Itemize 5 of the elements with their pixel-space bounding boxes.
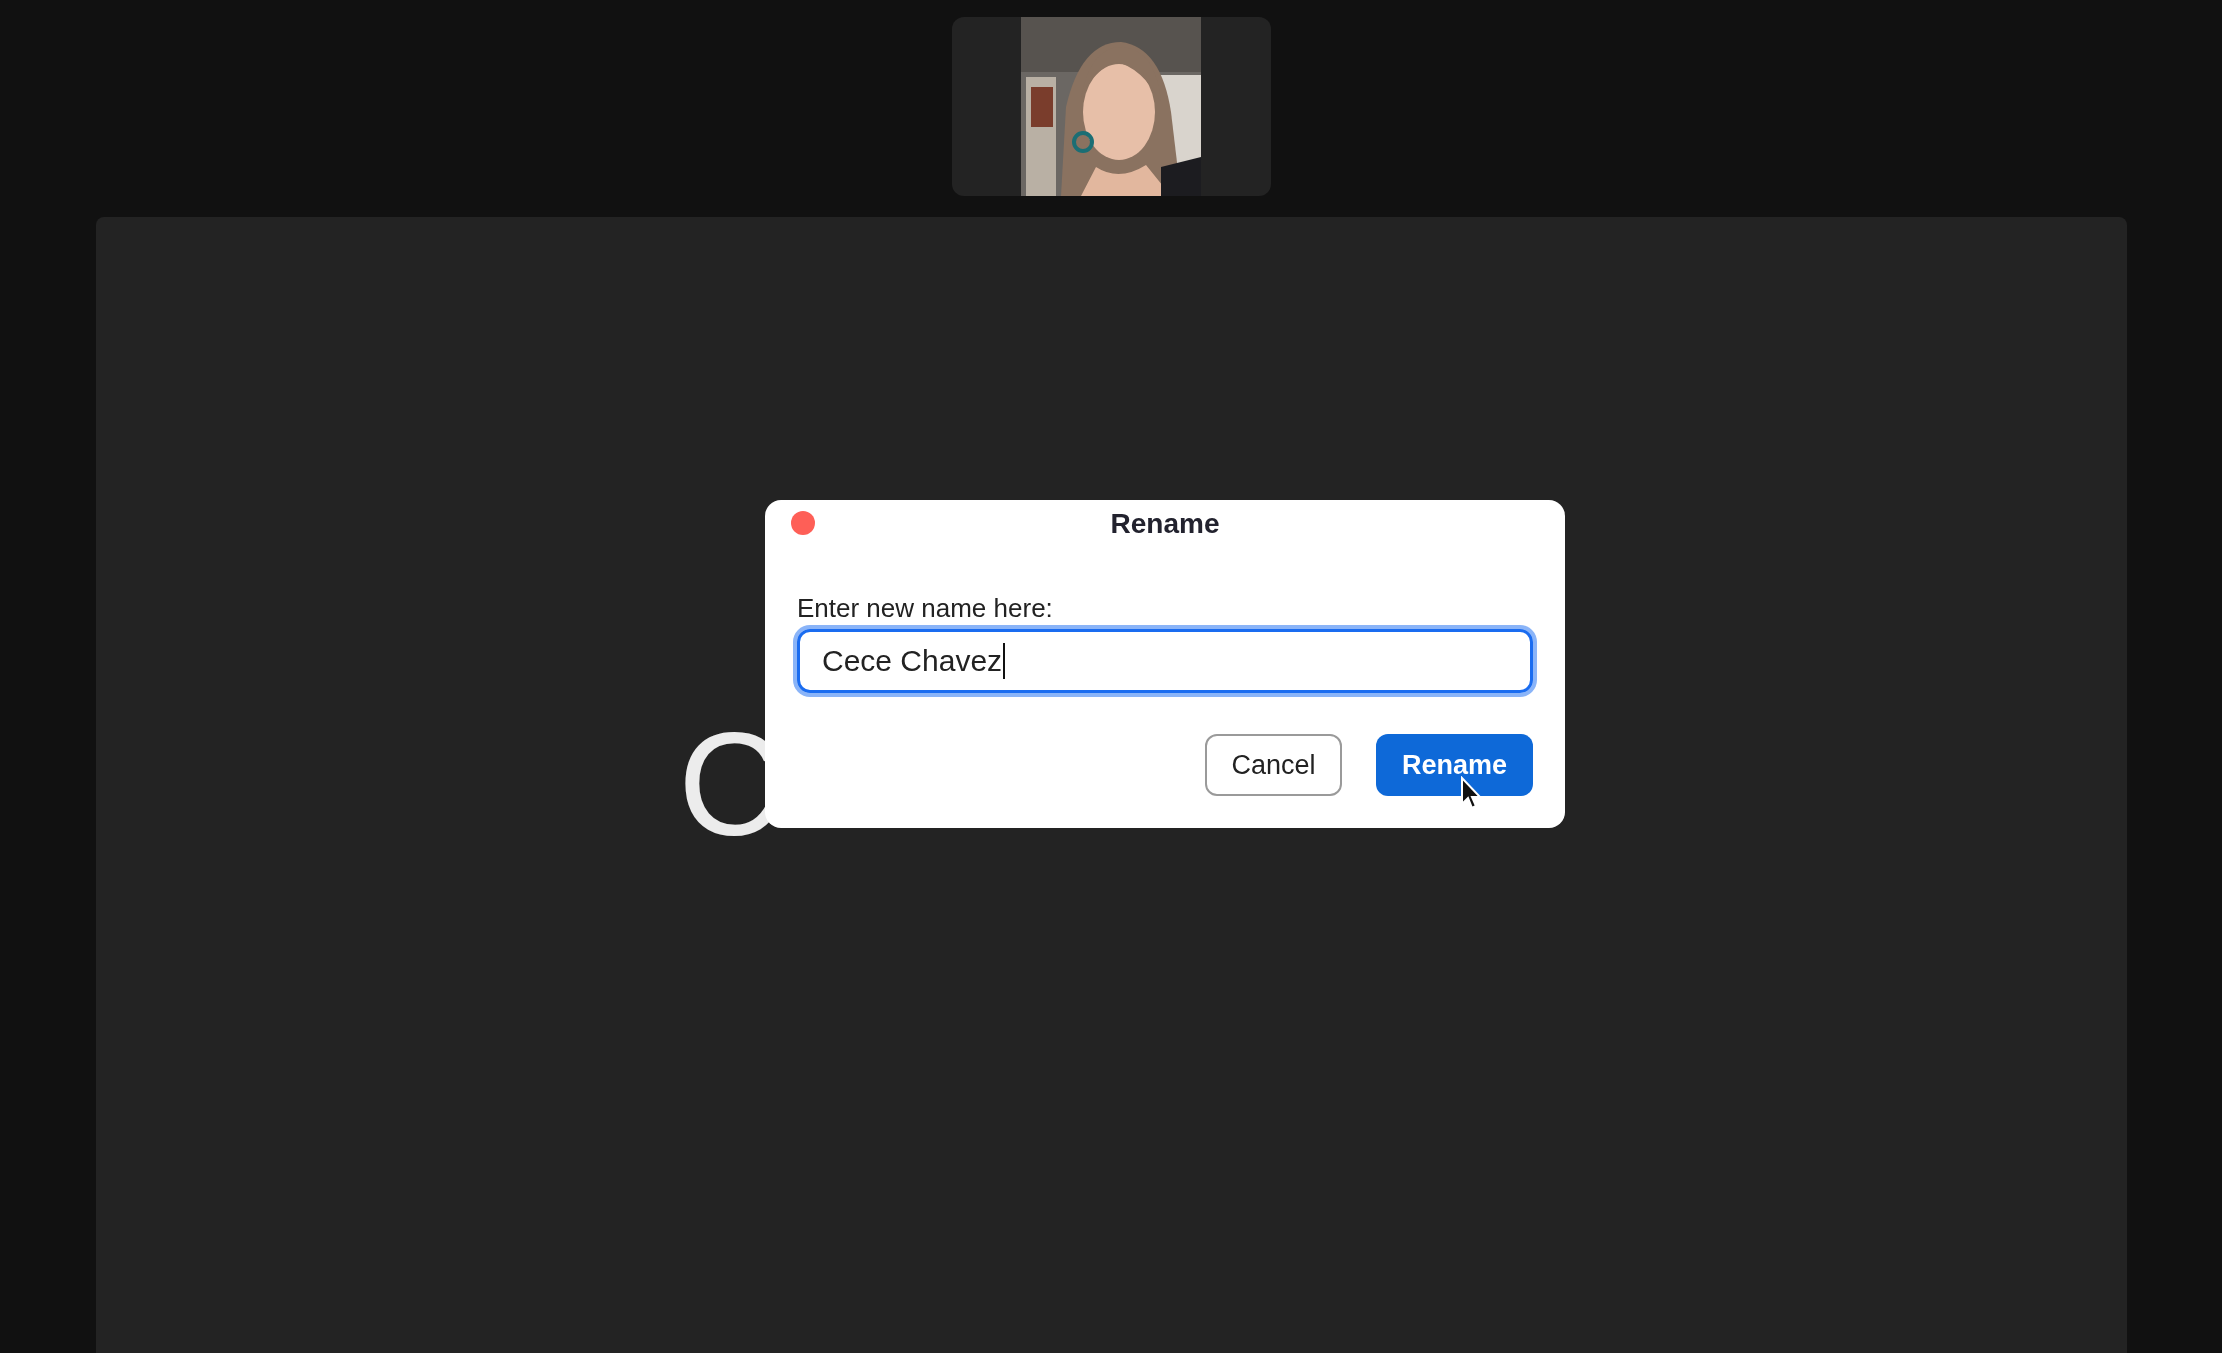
close-button[interactable] [791, 511, 815, 535]
dialog-title: Rename [1110, 508, 1220, 540]
cancel-button[interactable]: Cancel [1205, 734, 1342, 796]
field-label: Enter new name here: [797, 593, 1053, 623]
rename-button[interactable]: Rename [1376, 734, 1533, 796]
